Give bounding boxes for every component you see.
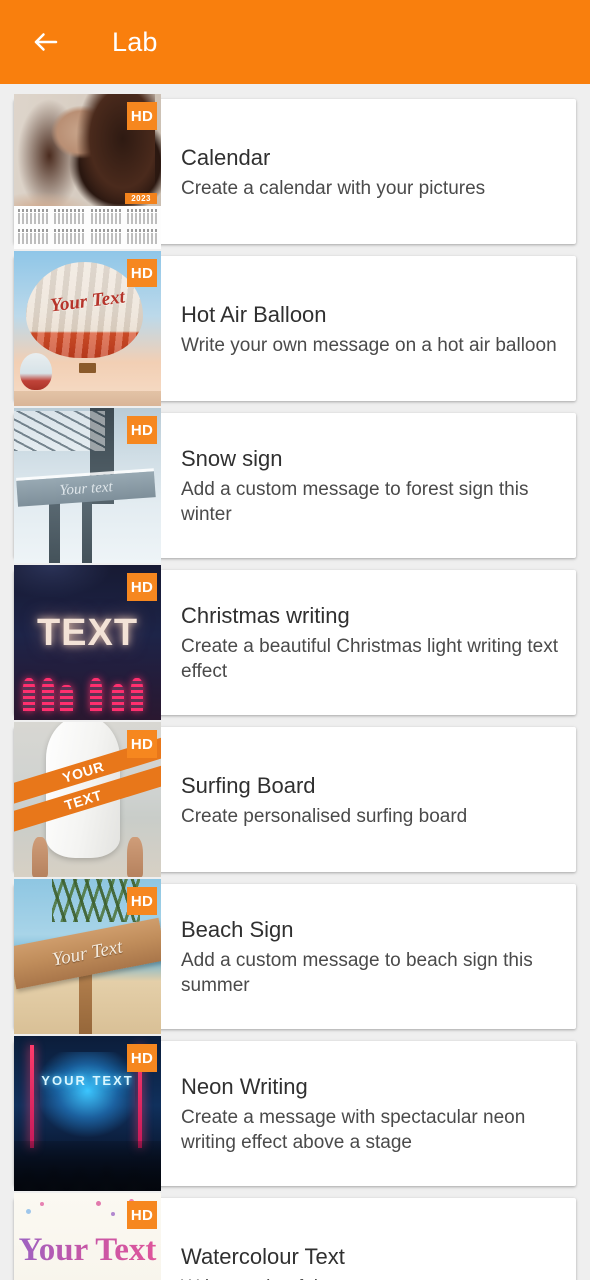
back-button[interactable] [22, 18, 70, 66]
list-item[interactable]: Your text HD Snow sign Add a custom mess… [0, 408, 590, 563]
watercolour-text-thumbnail: Your Text HD [14, 1193, 161, 1280]
list-item[interactable]: 2023 HD Calendar Create a calendar with … [0, 94, 590, 249]
hd-badge: HD [127, 573, 157, 601]
item-title: Calendar [181, 144, 271, 170]
hd-badge: HD [127, 1201, 157, 1229]
hd-badge: HD [127, 259, 157, 287]
item-text-column: Hot Air Balloon Write your own message o… [181, 251, 564, 406]
item-title: Neon Writing [181, 1074, 308, 1099]
hd-badge: HD [127, 887, 157, 915]
item-text-column: Christmas writing Create a beautiful Chr… [181, 565, 564, 720]
page-title: Lab [112, 26, 158, 57]
item-title: Christmas writing [181, 603, 350, 628]
item-text-column: Calendar Create a calendar with your pic… [181, 94, 564, 249]
effects-list[interactable]: 2023 HD Calendar Create a calendar with … [0, 84, 590, 1280]
hd-badge: HD [127, 416, 157, 444]
list-item[interactable]: Your Text HD Hot Air Balloon Write your … [0, 251, 590, 406]
item-text-column: Surfing Board Create personalised surfin… [181, 722, 564, 877]
beach-sign-thumbnail: Your Text HD [14, 879, 161, 1034]
hd-badge: HD [127, 1044, 157, 1072]
watercolour-thumb-text: Your Text [14, 1230, 161, 1270]
list-item[interactable]: TEXT HD Christmas writing Create a beaut… [0, 565, 590, 720]
snow-sign-thumbnail: Your text HD [14, 408, 161, 563]
item-title: Watercolour Text [181, 1243, 345, 1269]
item-title: Beach Sign [181, 917, 294, 942]
arrow-left-icon [31, 27, 61, 57]
christmas-writing-thumbnail: TEXT HD [14, 565, 161, 720]
item-description: Create personalised surfing board [181, 805, 468, 827]
item-description: Write your own message on a hot air ball… [181, 334, 557, 356]
hd-badge: HD [127, 102, 157, 130]
calendar-thumbnail: 2023 HD [14, 94, 161, 249]
item-text-column: Beach Sign Add a custom message to beach… [181, 879, 564, 1034]
app-header: Lab [0, 0, 590, 84]
list-item[interactable]: Your Text HD Watercolour Text Write a co… [0, 1193, 590, 1280]
item-description: Create a message with spectacular neon w… [181, 1107, 526, 1153]
calendar-year-label: 2023 [125, 193, 157, 205]
neon-writing-thumbnail: YOUR TEXT HD [14, 1036, 161, 1191]
item-description: Add a custom message to beach sign this … [181, 950, 533, 996]
list-item[interactable]: YOUR TEXT HD Surfing Board Create person… [0, 722, 590, 877]
hd-badge: HD [127, 730, 157, 758]
item-description: Add a custom message to forest sign this… [181, 479, 529, 525]
item-description: Create a calendar with your pictures [181, 177, 486, 199]
item-title: Hot Air Balloon [181, 301, 327, 327]
item-text-column: Neon Writing Create a message with spect… [181, 1036, 564, 1191]
surfing-board-thumbnail: YOUR TEXT HD [14, 722, 161, 877]
hot-air-balloon-thumbnail: Your Text HD [14, 251, 161, 406]
item-text-column: Snow sign Add a custom message to forest… [181, 408, 564, 563]
item-description: Create a beautiful Christmas light writi… [181, 636, 558, 682]
item-title: Snow sign [181, 446, 283, 471]
christmas-thumb-text: TEXT [36, 611, 139, 654]
list-item[interactable]: YOUR TEXT HD Neon Writing Create a messa… [0, 1036, 590, 1191]
item-description: Write a colourful text message to [181, 1275, 564, 1280]
item-text-column: Watercolour Text Write a colourful text … [181, 1193, 564, 1280]
list-item[interactable]: Your Text HD Beach Sign Add a custom mes… [0, 879, 590, 1034]
item-title: Surfing Board [181, 772, 316, 798]
